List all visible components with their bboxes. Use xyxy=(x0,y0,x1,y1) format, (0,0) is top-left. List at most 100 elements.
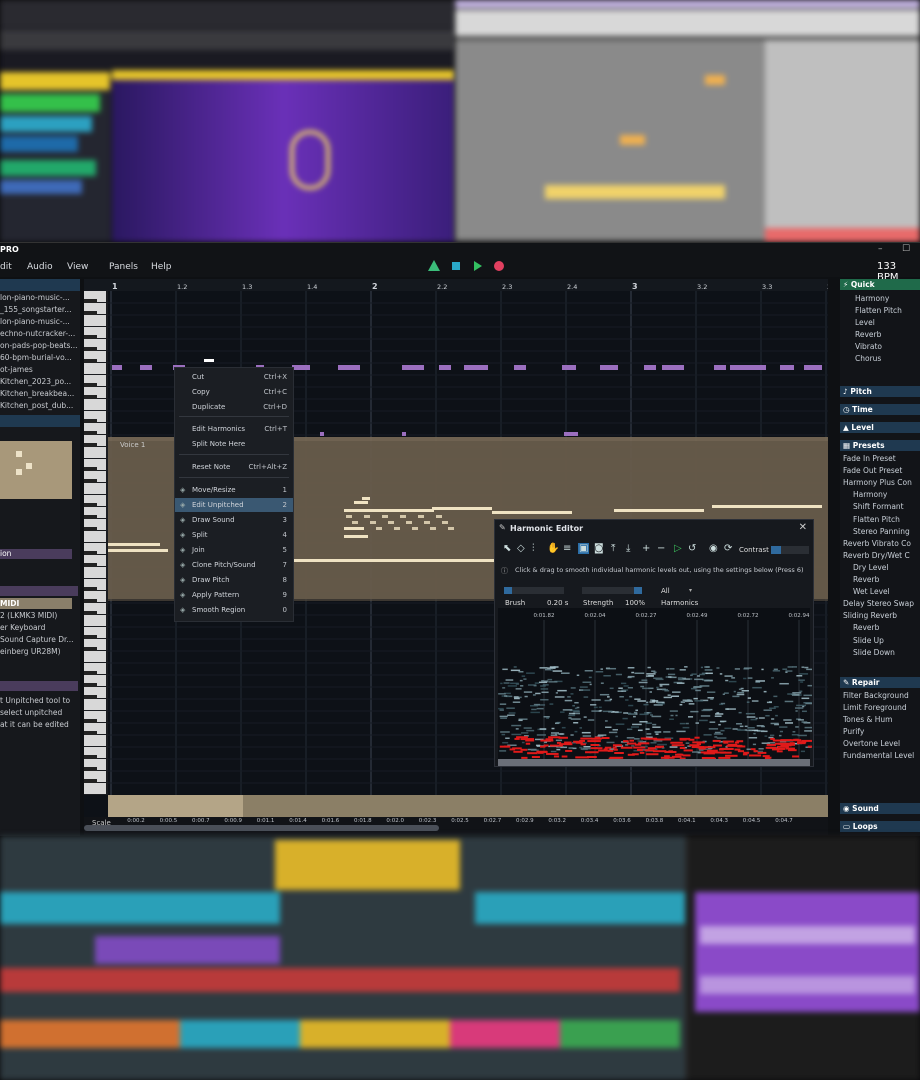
note-block[interactable] xyxy=(364,515,370,518)
note-block[interactable] xyxy=(514,365,526,370)
context-menu-item[interactable]: ◈ Draw Pitch 8 xyxy=(175,573,293,587)
note-block[interactable] xyxy=(376,527,382,530)
note-block[interactable] xyxy=(442,521,448,524)
tag-bar[interactable]: ion xyxy=(0,549,72,559)
note-block[interactable] xyxy=(346,515,352,518)
menu-audio[interactable]: Audio xyxy=(27,262,53,272)
piano-key[interactable] xyxy=(84,783,106,794)
library-file[interactable]: 60-bpm-burial-vo... xyxy=(0,352,80,364)
note-block[interactable] xyxy=(400,515,406,518)
note-block[interactable] xyxy=(464,365,488,370)
note-block[interactable] xyxy=(204,359,214,362)
note-block[interactable] xyxy=(562,365,576,370)
note-block[interactable] xyxy=(436,515,442,518)
piano-key[interactable] xyxy=(84,483,106,494)
harmonic-spectrogram[interactable]: 0:01.82 0:02.04 0:02.27 0:02.49 0:02.72 0:02.… xyxy=(496,608,812,768)
note-block[interactable] xyxy=(439,365,451,370)
library-file[interactable]: on-pads-pop-beats... xyxy=(0,340,80,352)
context-menu-item[interactable]: ◈ Smooth Region 0 xyxy=(175,603,293,617)
note-block[interactable] xyxy=(140,365,152,370)
close-icon[interactable]: ✕ xyxy=(799,522,807,533)
piano-key[interactable] xyxy=(84,615,106,626)
note-block[interactable] xyxy=(344,535,368,538)
preset-item[interactable]: Delay Stereo Swap xyxy=(843,598,920,609)
pitch-section-header[interactable]: ♪ Pitch xyxy=(840,386,920,397)
piano-key[interactable] xyxy=(84,531,106,542)
smooth-tool-icon[interactable]: ▣ xyxy=(578,543,590,554)
preset-item[interactable]: Fade Out Preset xyxy=(843,465,920,476)
piano-key[interactable] xyxy=(84,699,106,710)
quick-item-chorus[interactable]: Chorus xyxy=(843,353,920,364)
pointer-tool-icon[interactable]: ⬉ xyxy=(503,543,511,554)
presets-section-header[interactable]: ▦ Presets xyxy=(840,440,920,451)
library-file[interactable]: Kitchen_post_dub... xyxy=(0,400,80,412)
note-block[interactable] xyxy=(358,527,364,530)
sliders-tool-icon[interactable]: ⫶ xyxy=(532,543,535,554)
midi-device[interactable]: einberg UR28M) xyxy=(0,646,80,658)
library-file[interactable]: lon-piano-music-... xyxy=(0,292,80,304)
menu-help[interactable]: Help xyxy=(151,262,172,272)
piano-key[interactable] xyxy=(84,399,106,410)
note-block[interactable] xyxy=(600,365,618,370)
stop-icon[interactable] xyxy=(452,262,460,270)
record-icon[interactable] xyxy=(494,261,504,271)
note-block[interactable] xyxy=(108,543,160,546)
context-menu-item[interactable]: ◈ Split 4 xyxy=(175,528,293,542)
logo-icon[interactable] xyxy=(428,260,440,271)
preset-item[interactable]: Stereo Panning xyxy=(853,526,920,537)
library-file[interactable]: ot-james xyxy=(0,364,80,376)
library-file[interactable]: _155_songstarter... xyxy=(0,304,80,316)
note-block[interactable] xyxy=(108,549,168,552)
note-block[interactable] xyxy=(424,521,430,524)
preset-item[interactable]: Reverb Dry/Wet C xyxy=(843,550,920,561)
eye-icon[interactable]: ◉ xyxy=(709,543,718,554)
preset-item[interactable]: Reverb xyxy=(853,574,920,585)
quick-item-level[interactable]: Level xyxy=(843,317,920,328)
level-section-header[interactable]: ▲ Level xyxy=(840,422,920,433)
play-icon[interactable] xyxy=(474,261,482,271)
library-file[interactable]: Kitchen_2023_po... xyxy=(0,376,80,388)
midi-device[interactable]: er Keyboard xyxy=(0,622,80,634)
context-menu-item[interactable]: Edit Harmonics Ctrl+T xyxy=(175,422,293,436)
context-menu-item[interactable]: ◈ Join 5 xyxy=(175,543,293,557)
preset-item[interactable]: Shift Formant xyxy=(853,501,920,512)
note-block[interactable] xyxy=(354,501,368,504)
note-block[interactable] xyxy=(644,365,656,370)
sound-section-header[interactable]: ◉ Sound xyxy=(840,803,920,814)
note-block[interactable] xyxy=(344,509,434,512)
download-icon[interactable]: ⤓ xyxy=(626,543,630,554)
context-menu-item[interactable]: ◈ Draw Sound 3 xyxy=(175,513,293,527)
midi-device[interactable]: Sound Capture Dr... xyxy=(0,634,80,646)
context-menu-item[interactable]: Cut Ctrl+X xyxy=(175,370,293,384)
library-file[interactable]: Kitchen_breakbea... xyxy=(0,388,80,400)
repair-item[interactable]: Fundamental Level xyxy=(843,750,920,761)
note-block[interactable] xyxy=(370,521,376,524)
strength-slider[interactable] xyxy=(582,587,642,594)
note-block[interactable] xyxy=(294,559,494,562)
note-block[interactable] xyxy=(448,527,454,530)
contrast-slider[interactable] xyxy=(771,546,809,554)
note-block[interactable] xyxy=(714,365,726,370)
refresh-icon[interactable]: ⟳ xyxy=(724,543,732,554)
preset-item[interactable]: Sliding Reverb xyxy=(843,610,920,621)
context-menu-item[interactable]: ◈ Apply Pattern 9 xyxy=(175,588,293,602)
dropdown-icon[interactable]: ▾ xyxy=(689,587,692,594)
note-block[interactable] xyxy=(320,432,324,436)
minus-icon[interactable]: − xyxy=(657,543,665,554)
context-menu-item[interactable]: ◈ Clone Pitch/Sound 7 xyxy=(175,558,293,572)
note-block[interactable] xyxy=(804,365,822,370)
context-menu-item[interactable]: ◈ Move/Resize 1 xyxy=(175,483,293,497)
brush-slider[interactable] xyxy=(504,587,564,594)
note-block[interactable] xyxy=(112,365,122,370)
rewind-icon[interactable]: ↺ xyxy=(688,543,696,554)
scale-label[interactable]: Scale xyxy=(92,819,111,827)
note-block[interactable] xyxy=(614,509,704,512)
context-menu-item[interactable]: Duplicate Ctrl+D xyxy=(175,400,293,414)
quick-item-reverb[interactable]: Reverb xyxy=(843,329,920,340)
maximize-button[interactable]: ☐ xyxy=(902,244,910,254)
upload-icon[interactable]: ⤒ xyxy=(611,543,615,554)
note-block[interactable] xyxy=(662,365,684,370)
note-block[interactable] xyxy=(780,365,794,370)
piano-key[interactable] xyxy=(84,651,106,662)
note-block[interactable] xyxy=(406,521,412,524)
